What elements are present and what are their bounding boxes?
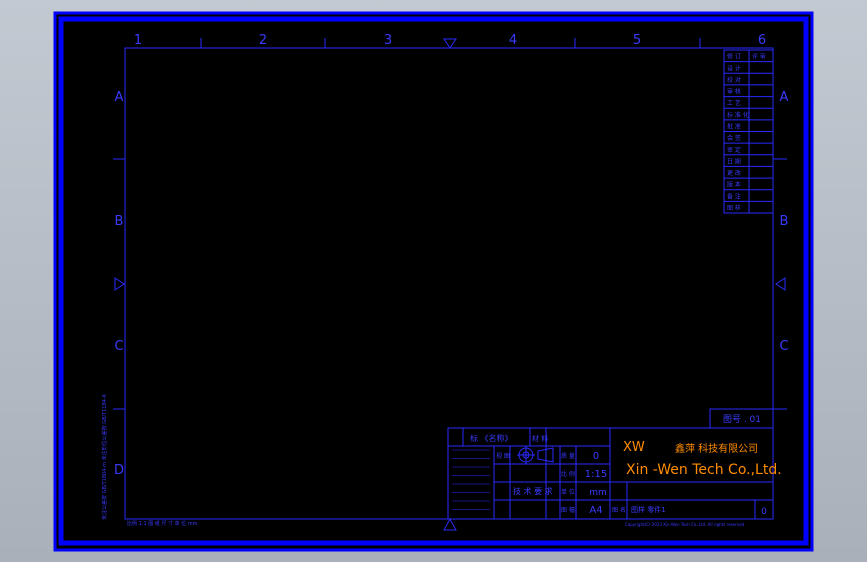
drawing-name-label: 图 名 — [612, 506, 626, 514]
scale-label: 比 例 — [561, 470, 575, 478]
company-name-en: Xin -Wen Tech Co.,Ltd. — [626, 462, 782, 478]
revision-row-label: 设 计 — [727, 64, 741, 72]
row-label-right: C — [779, 339, 788, 354]
unit-value: mm — [589, 488, 607, 498]
revision-row-label: 审 核 — [727, 88, 741, 96]
row-label-right: A — [780, 90, 789, 105]
revision-row-label: 更 改 — [727, 169, 741, 177]
row-label-left: A — [115, 90, 124, 105]
row-label-left: C — [114, 339, 123, 354]
projection-label: 视 图 — [496, 452, 510, 460]
size-label: 图 幅 — [561, 506, 575, 514]
scale-value: 1:15 — [585, 469, 607, 480]
revision-row-label: 工 艺 — [727, 99, 741, 107]
company-name-cn: 鑫萍 科技有限公司 — [675, 442, 758, 455]
revision-row-label: 标 准 化 — [727, 111, 749, 119]
revision-row-label: 版 本 — [727, 181, 741, 189]
row-label-left: D — [114, 463, 124, 478]
unit-label: 单 位 — [561, 488, 575, 496]
revision-row-label: 日 期 — [727, 157, 741, 165]
revision-header: 评 审 — [752, 53, 766, 61]
row-label-left: B — [115, 214, 124, 229]
column-label: 2 — [259, 33, 267, 48]
column-label: 3 — [384, 33, 392, 48]
drawing-name: 图样 零件1 — [631, 505, 666, 514]
column-label: 5 — [633, 33, 641, 48]
revision-row-label: 校 对 — [727, 76, 741, 84]
mass-label: 质 量 — [561, 452, 575, 460]
left-margin-note: 未注公差按 GB/T1804-m 未注形位公差按 GB/T1184-K — [101, 393, 108, 520]
row-label-right: B — [780, 214, 789, 229]
revision-row-label: 审 定 — [727, 146, 741, 154]
drawing-viewport[interactable]: 1 2 3 4 5 6 A B C D A B C 修 订 评 审设 计校 对审 … — [0, 0, 867, 562]
drawing-number-stamp: 图号 . 01 — [723, 414, 761, 425]
drawing-sheet: 1 2 3 4 5 6 A B C D A B C 修 订 评 审设 计校 对审 … — [53, 11, 814, 552]
column-label: 1 — [134, 33, 142, 48]
bottom-note: 比例 1:1 图 纸 尺 寸 单 位 mm — [127, 520, 198, 527]
title-header-right: 材 料 — [532, 434, 548, 443]
revision-row-label: 会 签 — [727, 134, 741, 142]
size-value: A4 — [589, 505, 602, 516]
column-label: 4 — [509, 33, 517, 48]
revision-header: 修 订 — [727, 53, 741, 61]
title-header-left: 标 《名称》 — [470, 433, 513, 443]
revision-row-label: 备 注 — [727, 192, 741, 200]
footer-note: Copyright(C) 2023 Xin-Wen Tech Co.,Ltd. … — [625, 522, 745, 527]
technical-requirements-label: 技 术 要 求 — [513, 486, 553, 496]
revision-row-label: 图 样 — [727, 204, 741, 212]
sheet-number: 0 — [761, 507, 767, 517]
company-code: XW — [623, 440, 645, 455]
revision-row-label: 批 准 — [727, 123, 741, 131]
mark-value: 0 — [593, 451, 599, 462]
column-label: 6 — [758, 33, 766, 48]
